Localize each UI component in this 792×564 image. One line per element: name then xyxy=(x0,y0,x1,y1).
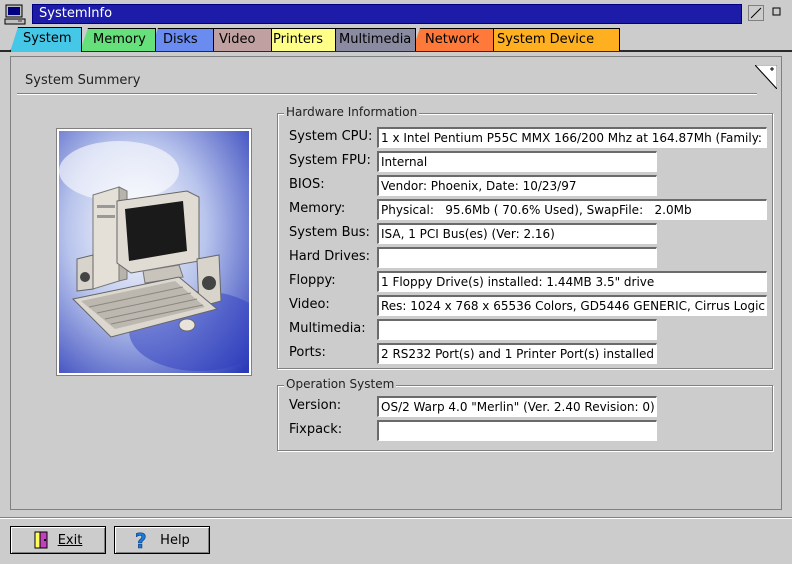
floppy-field[interactable]: 1 Floppy Drive(s) installed: 1.44MB 3.5"… xyxy=(377,271,767,292)
minimize-icon xyxy=(750,7,762,19)
maximize-icon xyxy=(772,7,781,16)
tab-label: Video xyxy=(219,32,256,47)
bios-field[interactable]: Vendor: Phoenix, Date: 10/23/97 xyxy=(377,175,657,196)
ports-field[interactable]: 2 RS232 Port(s) and 1 Printer Port(s) in… xyxy=(377,343,657,364)
system-cpu-field[interactable]: 1 x Intel Pentium P55C MMX 166/200 Mhz a… xyxy=(377,127,767,148)
system-bus-field[interactable]: ISA, 1 PCI Bus(es) (Ver: 2.16) xyxy=(377,223,657,244)
hard-drives-field[interactable] xyxy=(377,247,657,268)
bios-label: BIOS: xyxy=(289,177,325,192)
system-menu-icon[interactable] xyxy=(4,4,28,26)
version-label: Version: xyxy=(289,398,342,413)
floppy-label: Floppy: xyxy=(289,273,336,288)
hard-drives-label: Hard Drives: xyxy=(289,249,371,264)
memory-label: Memory: xyxy=(289,201,346,216)
help-question-icon: ? xyxy=(135,530,147,550)
tab-system[interactable]: System xyxy=(10,27,82,52)
notebook-page: System Summery Hardware Information Syst… xyxy=(10,56,782,510)
system-fpu-label: System FPU: xyxy=(289,153,371,168)
title-bar-fill: SystemInfo xyxy=(32,4,742,24)
maximize-button[interactable] xyxy=(770,5,786,21)
tab-label: System xyxy=(23,31,72,46)
computer-illustration xyxy=(56,128,252,376)
tab-memory[interactable]: Memory xyxy=(80,28,156,51)
version-field[interactable]: OS/2 Warp 4.0 "Merlin" (Ver. 2.40 Revisi… xyxy=(377,396,657,417)
tab-disks[interactable]: Disks xyxy=(150,28,214,51)
svg-text:?: ? xyxy=(135,530,147,550)
tab-label: Memory xyxy=(93,32,146,47)
system-cpu-label: System CPU: xyxy=(289,129,373,144)
fixpack-field[interactable] xyxy=(377,420,657,441)
tab-label: Multimedia xyxy=(339,32,412,47)
tab-label: Printers xyxy=(273,32,324,47)
exit-button-label: Exit xyxy=(57,532,83,548)
page-corner-icon[interactable] xyxy=(753,64,778,91)
tab-system-device-list[interactable]: System Device List xyxy=(484,28,620,51)
tab-multimedia[interactable]: Multimedia xyxy=(326,28,416,51)
memory-field[interactable]: Physical: 95.6Mb ( 70.6% Used), SwapFile… xyxy=(377,199,767,220)
tab-bar: System Memory Disks Video Printers Multi… xyxy=(10,27,790,52)
title-bar[interactable]: SystemInfo xyxy=(0,0,792,28)
help-button-label: Help xyxy=(160,532,190,548)
tab-network[interactable]: Network xyxy=(412,28,494,51)
ports-label: Ports: xyxy=(289,345,326,360)
tab-video[interactable]: Video xyxy=(206,28,272,51)
system-fpu-field[interactable]: Internal xyxy=(377,151,657,172)
video-label: Video: xyxy=(289,297,330,312)
exit-door-icon xyxy=(34,531,48,549)
minimize-button[interactable] xyxy=(748,5,764,21)
video-field[interactable]: Res: 1024 x 768 x 65536 Colors, GD5446 G… xyxy=(377,295,767,316)
operation-system-title: Operation System xyxy=(284,377,397,391)
page-title: System Summery xyxy=(25,73,141,88)
multimedia-label: Multimedia: xyxy=(289,321,366,336)
button-bar-divider xyxy=(0,517,792,519)
tab-label: Network xyxy=(425,32,480,47)
exit-button[interactable]: Exit xyxy=(10,526,106,554)
help-button[interactable]: ? Help xyxy=(114,526,210,554)
operation-system-group: Operation System xyxy=(277,377,773,451)
fixpack-label: Fixpack: xyxy=(289,422,343,437)
system-bus-label: System Bus: xyxy=(289,225,370,240)
hardware-information-title: Hardware Information xyxy=(284,105,420,119)
multimedia-field[interactable] xyxy=(377,319,657,340)
tab-label: Disks xyxy=(163,32,198,47)
window-title: SystemInfo xyxy=(39,6,113,21)
page-header-divider xyxy=(17,93,757,95)
